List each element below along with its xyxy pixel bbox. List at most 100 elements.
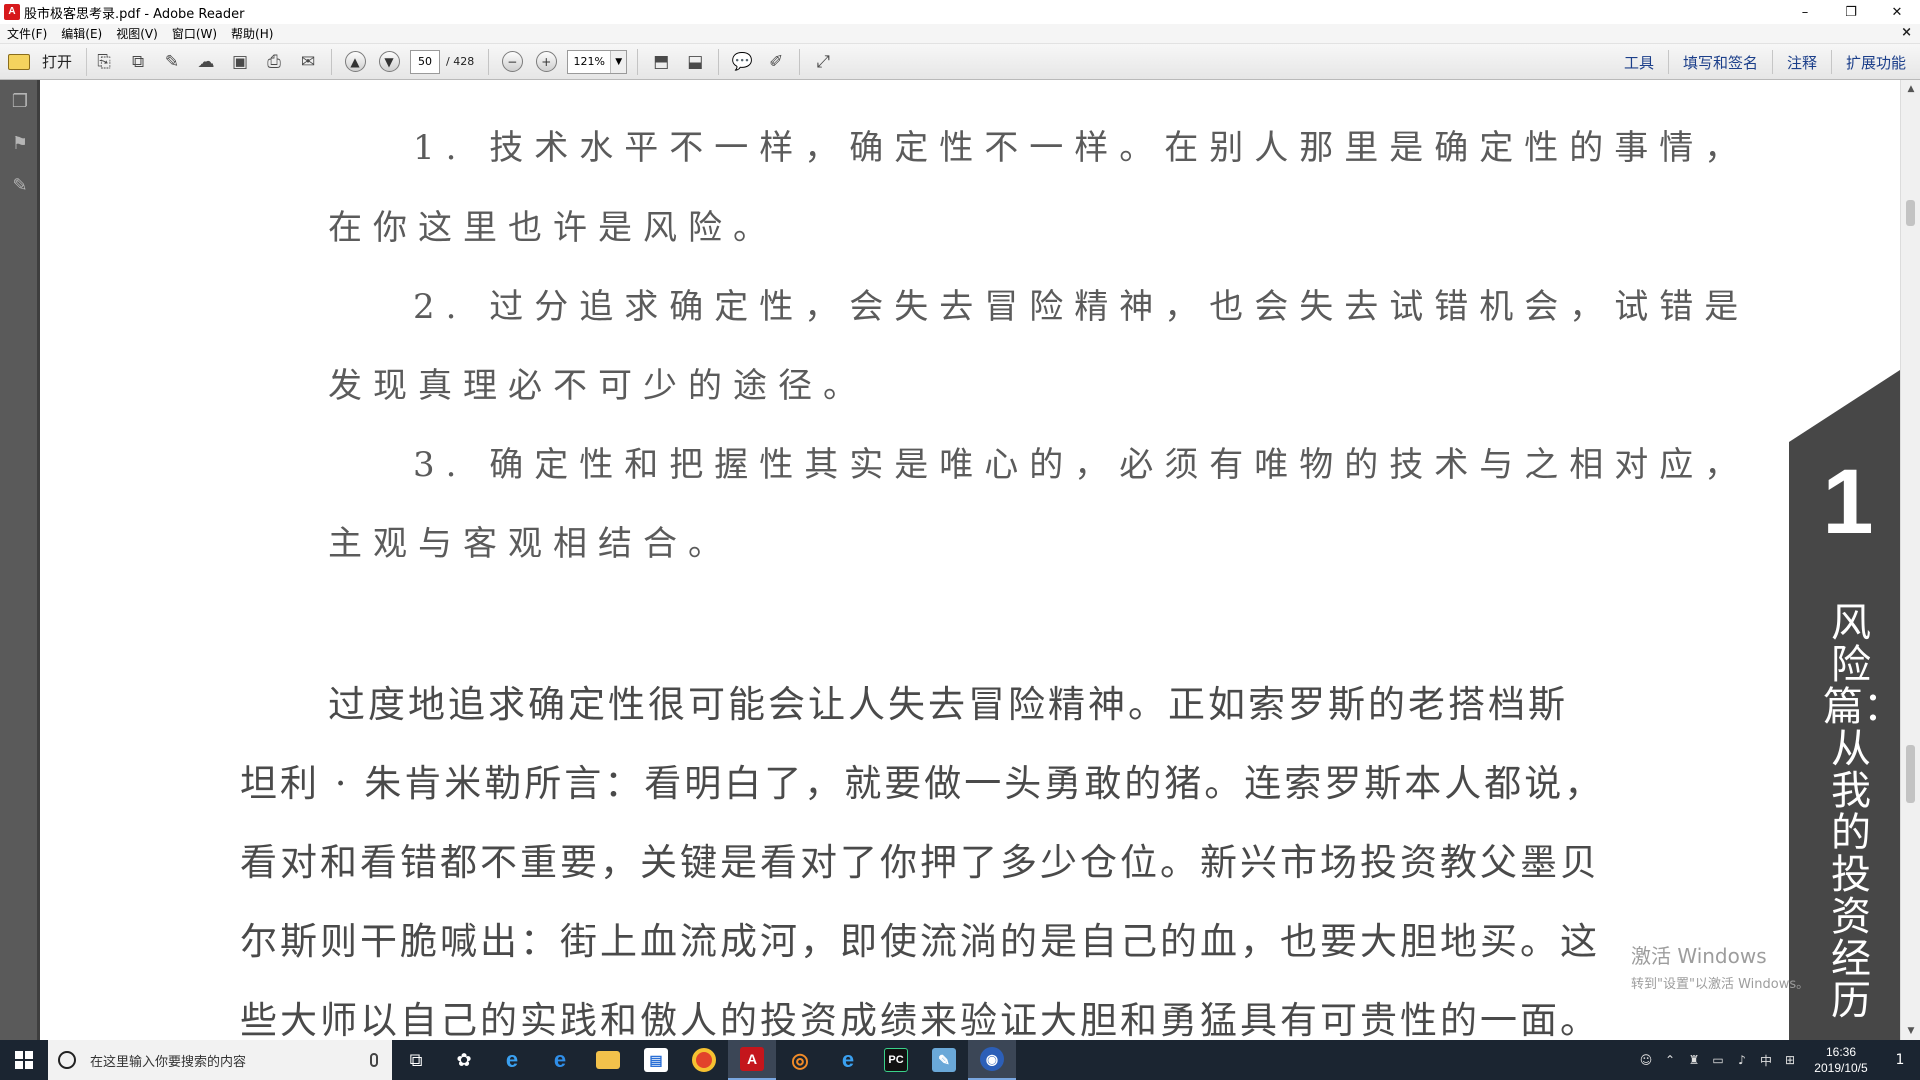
email-icon[interactable]: ✉ [293,47,323,77]
edge-icon[interactable]: e [536,1040,584,1080]
ie-blue-glyph: e [841,1047,855,1072]
scroll-thumb[interactable] [1906,200,1915,226]
search-placeholder: 在这里输入你要搜索的内容 [90,1054,247,1070]
activation-watermark: 激活 Windows 转到"设置"以激活 Windows。 [1631,940,1861,992]
comment-icon[interactable]: 💬 [727,47,757,77]
watermark-line-1: 激活 Windows [1631,944,1767,968]
adobe-reader-window: A 股市极客思考录.pdf - Adobe Reader – ❐ ✕ 文件(F)… [0,0,1920,1080]
volume-icon[interactable]: ♪ [1730,1040,1754,1080]
scroll-down-icon[interactable]: ▼ [1901,1022,1920,1040]
ie-icon[interactable]: e [488,1040,536,1080]
clock[interactable]: 16:36 2019/10/5 [1802,1044,1880,1076]
list-line: 主观与客观相结合。 [328,524,733,564]
save-icon[interactable]: ▣ [225,47,255,77]
notification-count: 1 [1895,1052,1905,1068]
pycharm-icon[interactable]: PC [872,1040,920,1080]
minimize-button[interactable]: – [1782,0,1828,24]
pdf-icon: A [4,4,20,20]
body-line: 尔斯则干脆喊出：街上血流成河，即使流淌的是自己的血，也要大胆地买。这 [240,920,1600,963]
scroll-up-icon[interactable]: ▲ [1901,80,1920,98]
menu-bar: 文件(F) 编辑(E) 视图(V) 窗口(W) 帮助(H) × [0,24,1920,44]
create-pdf-icon[interactable]: ⎘ [89,47,119,77]
open-label: 打开 [42,53,73,71]
highlight-icon[interactable]: ✐ [761,47,791,77]
chrome-icon[interactable] [680,1040,728,1080]
body-line: 坦利 · 朱肯米勒所言：看明白了，就要做一头勇敢的猪。连索罗斯本人都说， [240,762,1605,805]
toolbar: 打开 ⎘ ⧉ ✎ ☁ ▣ ⎙ ✉ ▲ ▼ 50 / 428 − + 121% ▼… [0,44,1920,80]
acrobat-icon[interactable]: A [728,1040,776,1080]
store-icon[interactable]: ▤ [632,1040,680,1080]
page-total: / 428 [446,55,475,68]
fit-width-icon[interactable]: ⬓ [680,47,710,77]
extended-panel-link[interactable]: 扩展功能 [1830,50,1920,74]
ime-indicator[interactable]: 中 [1754,1040,1778,1080]
navigation-pane: ❐ ⚑ ✎ [0,80,40,1040]
menu-file[interactable]: 文件(F) [0,25,54,42]
zoom-in-button[interactable]: + [531,47,561,77]
menu-view[interactable]: 视图(V) [109,25,165,42]
vertical-scrollbar[interactable]: ▲ ▼ [1900,80,1920,1040]
taskbar-search[interactable]: 在这里输入你要搜索的内容 [48,1040,392,1080]
clock-time: 16:36 [1825,1045,1857,1059]
right-panel-links: 工具 填写和签名 注释 扩展功能 [1610,44,1920,80]
page-marker [1906,745,1915,803]
fill-sign-panel-link[interactable]: 填写和签名 [1667,50,1772,74]
open-button[interactable]: 打开 [8,47,88,76]
notification-icon[interactable]: 1 [1880,1040,1920,1080]
store-glyph: ▤ [644,1048,668,1072]
minus-icon: − [501,51,523,72]
pycharm-glyph: PC [884,1048,908,1072]
ie-blue-icon[interactable]: e [824,1040,872,1080]
app-tray-icon[interactable]: ♜ [1682,1040,1706,1080]
chevron-down-icon[interactable]: ▼ [610,50,627,73]
network-icon[interactable]: ▭ [1706,1040,1730,1080]
keyboard-icon[interactable]: ⊞ [1778,1040,1802,1080]
body-line: 过度地追求确定性很可能会让人失去冒险精神。正如索罗斯的老搭档斯 [328,683,1568,726]
export-pdf-icon[interactable]: ⧉ [123,47,153,77]
microphone-icon[interactable] [370,1053,378,1067]
jupyter-glyph: ◎ [791,1049,809,1072]
list-line: 在你这里也许是风险。 [328,208,778,248]
notepad-icon[interactable]: ✎ [920,1040,968,1080]
title-bar: A 股市极客思考录.pdf - Adobe Reader – ❐ ✕ [0,0,1920,24]
list-line: 1. 技术水平不一样，确定性不一样。在别人那里是确定性的事情， [413,128,1750,168]
tools-panel-link[interactable]: 工具 [1610,50,1668,74]
menu-help[interactable]: 帮助(H) [224,25,280,42]
ie-glyph: e [505,1047,519,1072]
page-thumbnails-icon[interactable]: ❐ [9,90,31,112]
file-explorer-icon[interactable] [584,1040,632,1080]
document-view[interactable]: 1. 技术水平不一样，确定性不一样。在别人那里是确定性的事情， 在你这里也许是风… [43,80,1900,1040]
next-page-button[interactable]: ▼ [374,47,404,77]
attachment-icon[interactable]: ✎ [9,174,31,196]
zoom-value: 121% [573,55,605,68]
jupyter-icon[interactable]: ◎ [776,1040,824,1080]
menu-edit[interactable]: 编辑(E) [54,25,109,42]
edit-pdf-icon[interactable]: ✎ [157,47,187,77]
close-document-button[interactable]: × [1901,25,1912,40]
maximize-button[interactable]: ❐ [1828,0,1874,24]
fullscreen-icon[interactable]: ⤢ [808,47,838,77]
people-icon[interactable]: ☺ [1634,1040,1658,1080]
folder-glyph [596,1051,620,1069]
browser-icon[interactable]: ◉ [968,1040,1016,1080]
cloud-upload-icon[interactable]: ☁ [191,47,221,77]
pinwheel-icon[interactable]: ✿ [440,1040,488,1080]
comment-panel-link[interactable]: 注释 [1771,50,1831,74]
zoom-select[interactable]: 121% ▼ [567,49,628,74]
window-controls: – ❐ ✕ [1782,0,1920,24]
page-number-input[interactable]: 50 [410,49,441,74]
toolbar-separator [488,48,490,75]
menu-window[interactable]: 窗口(W) [165,25,224,42]
task-view-icon[interactable]: ⧉ [392,1040,440,1080]
close-button[interactable]: ✕ [1874,0,1920,24]
previous-page-button[interactable]: ▲ [340,47,370,77]
windows-icon [15,1051,33,1069]
bookmark-icon[interactable]: ⚑ [9,132,31,154]
arrow-up-icon: ▲ [344,51,366,72]
print-icon[interactable]: ⎙ [259,47,289,77]
fit-page-icon[interactable]: ⬒ [646,47,676,77]
zoom-out-button[interactable]: − [497,47,527,77]
show-hidden-icon[interactable]: ⌃ [1658,1040,1682,1080]
body-line: 些大师以自己的实践和傲人的投资成绩来验证大胆和勇猛具有可贵性的一面。 [240,999,1600,1040]
start-button[interactable] [0,1040,48,1080]
